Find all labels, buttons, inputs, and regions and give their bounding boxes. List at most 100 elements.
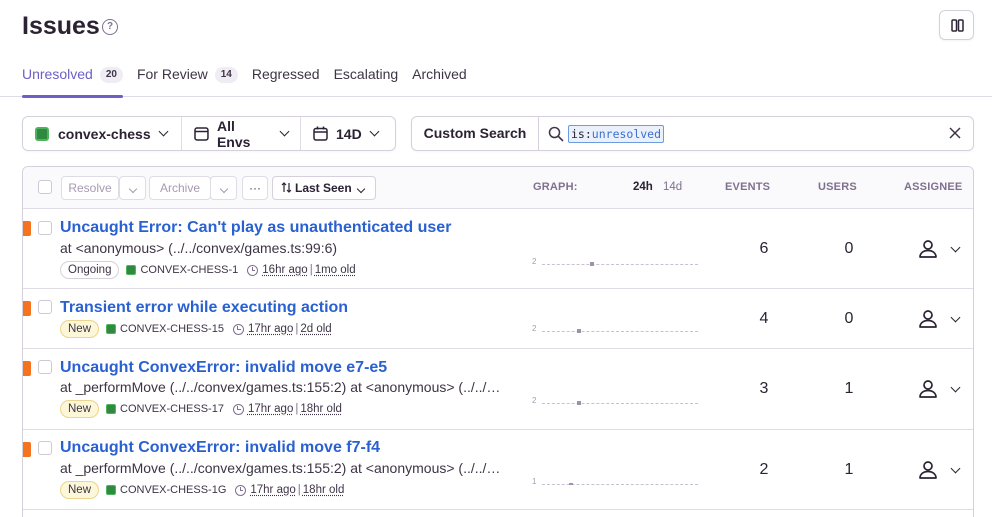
graph-bar [577, 329, 581, 333]
chevron-down-icon [158, 126, 169, 137]
events-count: 4 [759, 310, 769, 327]
assignee-selector[interactable] [918, 239, 961, 264]
sort-label: Last Seen [295, 181, 352, 195]
assignee-header: ASSIGNEE [904, 181, 963, 193]
issue-title[interactable]: Uncaught Error: Can't play as unauthenti… [60, 219, 451, 237]
event-graph: 2 [532, 257, 698, 277]
events-count: 2 [759, 461, 769, 478]
clock-icon [235, 484, 247, 496]
graph-max: 2 [532, 257, 537, 266]
graph-max: 2 [532, 324, 537, 333]
sort-icon [281, 182, 292, 193]
graph-24h-toggle[interactable]: 24h [633, 181, 653, 193]
table-row[interactable]: Uncaught ConvexError: invalid move e7-e5… [23, 349, 973, 430]
date-filter[interactable]: 14D [301, 117, 395, 150]
graph-header: GRAPH: [533, 181, 578, 193]
table-header: Resolve Archive ··· Last Seen GRAPH: 24h… [23, 167, 973, 209]
project-icon [126, 265, 137, 275]
row-checkbox[interactable] [38, 221, 52, 235]
select-all-checkbox[interactable] [38, 180, 52, 194]
graph-max: 2 [532, 396, 537, 405]
layout-toggle-button[interactable] [939, 10, 974, 40]
status-badge: New [60, 320, 100, 338]
issue-culprit: at _performMove (../../convex/games.ts:1… [60, 379, 506, 395]
tab-label: Regressed [251, 66, 320, 82]
user-icon [919, 380, 937, 398]
chevron-down-icon [950, 242, 961, 253]
graph-bar [569, 483, 573, 485]
tab-count: 14 [214, 67, 238, 83]
row-checkbox[interactable] [38, 360, 52, 374]
user-icon [919, 461, 937, 479]
short-id[interactable]: CONVEX-CHESS-15 [120, 323, 224, 335]
status-badge: New [60, 400, 100, 418]
more-actions-button[interactable]: ··· [242, 176, 268, 200]
users-count: 0 [844, 310, 854, 327]
tab-archived[interactable]: Archived [412, 66, 466, 97]
graph-baseline [542, 331, 698, 332]
archive-options-button[interactable] [210, 176, 237, 200]
issue-meta: New CONVEX-CHESS-1G 17hr ago | 18hr old [60, 481, 344, 499]
issue-title[interactable]: Transient error while executing action [60, 299, 348, 317]
assignee-selector[interactable] [918, 309, 961, 334]
status-badge: Ongoing [60, 261, 120, 279]
short-id[interactable]: CONVEX-CHESS-17 [120, 403, 224, 415]
assignee-selector[interactable] [918, 379, 961, 404]
search-input[interactable]: is:unresolved [568, 125, 665, 143]
table-row[interactable]: Uncaught Error: Can't play as unauthenti… [23, 209, 973, 289]
page-filters: convex-chess All Envs 14D [22, 116, 396, 151]
assignee-selector[interactable] [918, 460, 961, 485]
graph-14d-toggle[interactable]: 14d [663, 181, 682, 193]
page-title: Issues [22, 12, 100, 40]
users-count: 0 [844, 240, 854, 257]
resolve-options-button[interactable] [119, 176, 146, 200]
columns-icon [951, 19, 964, 32]
events-header: EVENTS [725, 181, 771, 193]
issue-title[interactable]: Uncaught ConvexError: invalid move e7-e5 [60, 359, 387, 377]
clock-icon [232, 403, 244, 415]
issue-culprit: at _performMove (../../convex/games.ts:1… [60, 460, 506, 476]
tab-escalating[interactable]: Escalating [334, 66, 399, 97]
resolve-button[interactable]: Resolve [61, 176, 119, 200]
tab-label: Unresolved [22, 66, 93, 82]
issue-meta: New CONVEX-CHESS-17 17hr ago | 18hr old [60, 400, 342, 418]
row-checkbox[interactable] [38, 441, 52, 455]
table-row[interactable]: Transient error while executing action N… [23, 289, 973, 349]
events-count: 6 [759, 240, 769, 257]
tab-for-review[interactable]: For Review 14 [137, 66, 238, 97]
chevron-down-icon [219, 184, 228, 194]
users-count: 1 [844, 461, 854, 478]
table-row[interactable]: Uncaught ConvexError: invalid move f7-f4… [23, 430, 973, 510]
help-icon[interactable]: ? [102, 19, 118, 35]
row-checkbox[interactable] [38, 300, 52, 314]
archive-button[interactable]: Archive [149, 176, 211, 200]
graph-max: 1 [532, 477, 537, 486]
project-icon [106, 324, 117, 334]
clock-icon [232, 323, 244, 335]
sort-button[interactable]: Last Seen [272, 176, 376, 200]
close-icon[interactable] [949, 127, 961, 139]
issue-culprit: at <anonymous> (../../convex/games.ts:99… [60, 240, 338, 256]
custom-search-button[interactable]: Custom Search [412, 117, 539, 150]
tab-label: For Review [136, 66, 208, 82]
short-id[interactable]: CONVEX-CHESS-1 [140, 264, 238, 276]
first-seen: 18hr old [300, 403, 342, 415]
users-count: 1 [844, 380, 854, 397]
short-id[interactable]: CONVEX-CHESS-1G [120, 484, 226, 496]
graph-bar [590, 262, 594, 266]
graph-baseline [542, 484, 698, 485]
issue-title[interactable]: Uncaught ConvexError: invalid move f7-f4 [60, 439, 380, 457]
search-token-key: is [571, 127, 585, 141]
search-token-sep: : [584, 127, 592, 141]
tab-unresolved[interactable]: Unresolved 20 [22, 66, 123, 98]
event-graph: 2 [532, 324, 698, 344]
graph-baseline [542, 403, 698, 404]
chevron-down-icon [279, 126, 290, 137]
environment-filter[interactable]: All Envs [182, 117, 301, 150]
first-seen: 2d old [300, 323, 332, 335]
window-icon [194, 126, 209, 141]
search-bar: Custom Search is:unresolved [411, 116, 974, 151]
tab-regressed[interactable]: Regressed [252, 66, 320, 97]
project-filter[interactable]: convex-chess [23, 117, 182, 150]
environment-name: All Envs [216, 117, 251, 150]
